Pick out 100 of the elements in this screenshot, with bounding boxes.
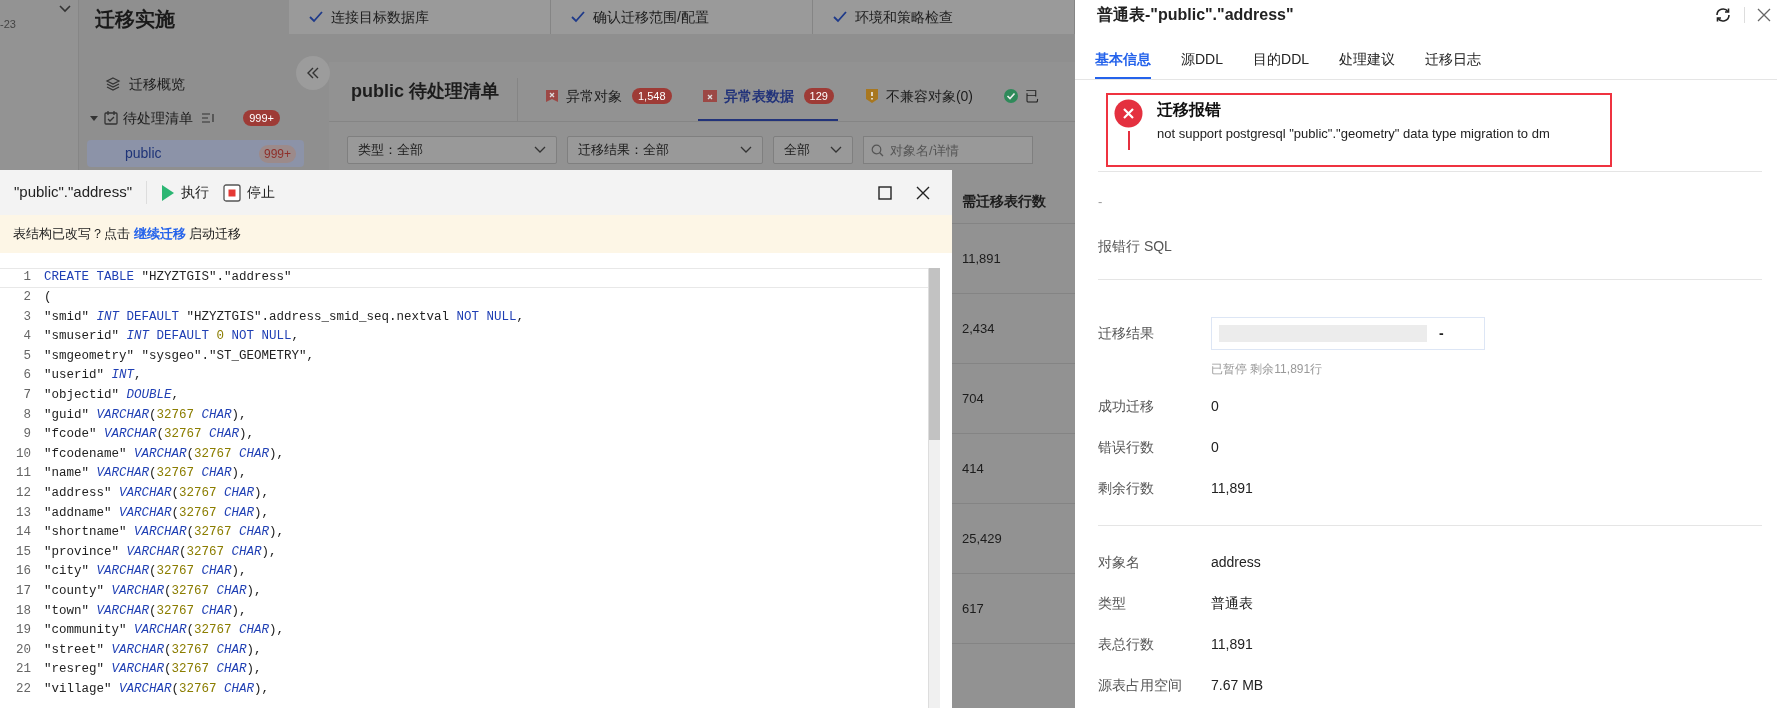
refresh-button[interactable] bbox=[1714, 6, 1732, 24]
double-chevron-icon bbox=[306, 67, 320, 79]
sort-icon bbox=[201, 112, 215, 124]
line-number: 10 bbox=[15, 445, 31, 463]
code-line: "province" VARCHAR(32767 CHAR), bbox=[44, 543, 277, 561]
line-number: 12 bbox=[15, 484, 31, 502]
line-number: 21 bbox=[15, 661, 31, 679]
field-label: 剩余行数 bbox=[1098, 479, 1155, 498]
tab[interactable]: 异常对象 1,548 bbox=[540, 73, 676, 121]
chevron-down-icon bbox=[534, 146, 546, 154]
line-number: 16 bbox=[15, 563, 31, 581]
field-value: 0 bbox=[1211, 397, 1219, 416]
code-line: "county" VARCHAR(32767 CHAR), bbox=[44, 582, 262, 600]
code-line: "fcodename" VARCHAR(32767 CHAR), bbox=[44, 445, 285, 463]
panel-title: public 待处理清单 bbox=[351, 78, 518, 121]
line-number: 22 bbox=[15, 680, 31, 698]
layers-icon bbox=[105, 76, 121, 92]
line-number: 5 bbox=[22, 347, 31, 365]
tab[interactable]: 异常表数据 129 bbox=[697, 73, 838, 121]
play-icon bbox=[161, 183, 176, 202]
error-message: not support postgresql "public"."geometry" data type migration to dm bbox=[1157, 125, 1550, 143]
toolbar-button[interactable]: 执行 bbox=[161, 182, 210, 203]
code-line: "community" VARCHAR(32767 CHAR), bbox=[44, 622, 285, 640]
maximize-button[interactable] bbox=[878, 185, 892, 200]
close-icon bbox=[1757, 8, 1771, 22]
code-line: "smuserid" INT DEFAULT 0 NOT NULL, bbox=[44, 328, 300, 346]
search-field[interactable]: 对象名/详情 bbox=[863, 136, 1033, 164]
line-number: 20 bbox=[15, 641, 31, 659]
calendar-check-icon bbox=[103, 110, 119, 126]
filter-select[interactable]: 全部 bbox=[773, 136, 853, 164]
step-label: 连接目标数据库 bbox=[331, 7, 429, 27]
field-label: 源表占用空间 bbox=[1098, 676, 1183, 695]
error-detail-text: - bbox=[1098, 193, 1104, 211]
code-line: "fcode" VARCHAR(32767 CHAR), bbox=[44, 426, 255, 444]
nav-item[interactable]: 迁移概览 bbox=[129, 73, 185, 95]
refresh-icon bbox=[1714, 6, 1732, 24]
line-number: 4 bbox=[22, 328, 31, 346]
filter-select[interactable]: 类型：全部 bbox=[347, 136, 557, 164]
code-line: "smid" INT DEFAULT "HZYZTGIS".address_smid_seq.nextval NOT NULL, bbox=[44, 308, 525, 326]
line-number: 3 bbox=[22, 308, 31, 326]
field-value: address bbox=[1211, 553, 1261, 572]
line-number: 15 bbox=[15, 543, 31, 561]
field-value: 7.67 MB bbox=[1211, 676, 1264, 695]
code-line: "village" VARCHAR(32767 CHAR), bbox=[44, 680, 270, 698]
tab[interactable]: 目的DDL bbox=[1253, 42, 1310, 79]
line-number: 2 bbox=[22, 289, 31, 306]
drawer-title: 普通表-"public"."address" bbox=[1097, 5, 1294, 25]
tab[interactable]: 源DDL bbox=[1181, 42, 1223, 79]
table-x-icon bbox=[701, 88, 718, 104]
code-line: "addname" VARCHAR(32767 CHAR), bbox=[44, 504, 270, 522]
code-line: ( bbox=[44, 289, 52, 306]
close-button[interactable] bbox=[916, 185, 930, 200]
date-text: -23 bbox=[0, 17, 16, 32]
filter-select[interactable]: 迁移结果：全部 bbox=[567, 136, 763, 164]
field-label: 对象名 bbox=[1098, 553, 1141, 572]
stop-icon bbox=[223, 183, 242, 202]
error-icon bbox=[1114, 99, 1143, 128]
scrollbar-thumb[interactable] bbox=[929, 268, 940, 440]
nav-item[interactable]: 待处理清单 bbox=[123, 107, 193, 129]
line-number: 11 bbox=[15, 465, 31, 483]
code-line: "city" VARCHAR(32767 CHAR), bbox=[44, 563, 247, 581]
tab[interactable]: 已 bbox=[999, 73, 1043, 121]
tab[interactable]: 迁移日志 bbox=[1425, 42, 1482, 79]
code-line: "userid" INT, bbox=[44, 367, 142, 385]
nav-sub-item[interactable]: public 999+ bbox=[87, 140, 304, 167]
code-line: CREATE TABLE "HZYZTGIS"."address" bbox=[44, 269, 292, 287]
square-icon bbox=[878, 185, 892, 200]
bookmark-x-icon bbox=[544, 88, 560, 104]
continue-link[interactable]: 继续迁移 bbox=[133, 226, 186, 242]
error-title: 迁移报错 bbox=[1157, 100, 1222, 120]
code-line: "street" VARCHAR(32767 CHAR), bbox=[44, 641, 262, 659]
tab[interactable]: 处理建议 bbox=[1339, 42, 1396, 79]
line-number: 17 bbox=[15, 582, 31, 600]
code-line: "objectid" DOUBLE, bbox=[44, 387, 180, 404]
field-label: 迁移结果 bbox=[1098, 324, 1155, 343]
field-value: 0 bbox=[1211, 438, 1219, 457]
line-number: 6 bbox=[22, 367, 31, 385]
code-line: "resreg" VARCHAR(32767 CHAR), bbox=[44, 661, 262, 679]
code-line: "smgeometry" "sysgeo"."ST_GEOMETRY", bbox=[44, 347, 315, 365]
line-number: 8 bbox=[22, 406, 31, 424]
search-icon bbox=[871, 144, 884, 157]
warning-icon bbox=[863, 88, 880, 104]
notice-text: 表结构已改写？点击 继续迁移 启动迁移 bbox=[13, 225, 242, 244]
check-circle-icon bbox=[1003, 88, 1019, 104]
line-number: 1 bbox=[22, 269, 31, 287]
code-line: "town" VARCHAR(32767 CHAR), bbox=[44, 602, 247, 620]
code-line: "shortname" VARCHAR(32767 CHAR), bbox=[44, 524, 285, 542]
close-icon bbox=[916, 185, 930, 200]
count-badge: 999+ bbox=[243, 110, 280, 126]
toolbar-button[interactable]: 停止 bbox=[223, 182, 276, 203]
tab[interactable]: 基本信息 bbox=[1095, 42, 1151, 79]
error-sql-label: 报错行 SQL bbox=[1098, 237, 1173, 256]
code-line: "name" VARCHAR(32767 CHAR), bbox=[44, 465, 247, 483]
chevron-down-icon bbox=[830, 146, 842, 154]
code-line: "guid" VARCHAR(32767 CHAR), bbox=[44, 406, 247, 424]
progress-note: 已暂停 剩余11,891行 bbox=[1211, 361, 1324, 378]
chevron-down-icon bbox=[58, 4, 72, 14]
code-line: "address" VARCHAR(32767 CHAR), bbox=[44, 484, 270, 502]
tab[interactable]: 不兼容对象(0) bbox=[859, 73, 977, 121]
count-badge: 1,548 bbox=[632, 88, 672, 104]
